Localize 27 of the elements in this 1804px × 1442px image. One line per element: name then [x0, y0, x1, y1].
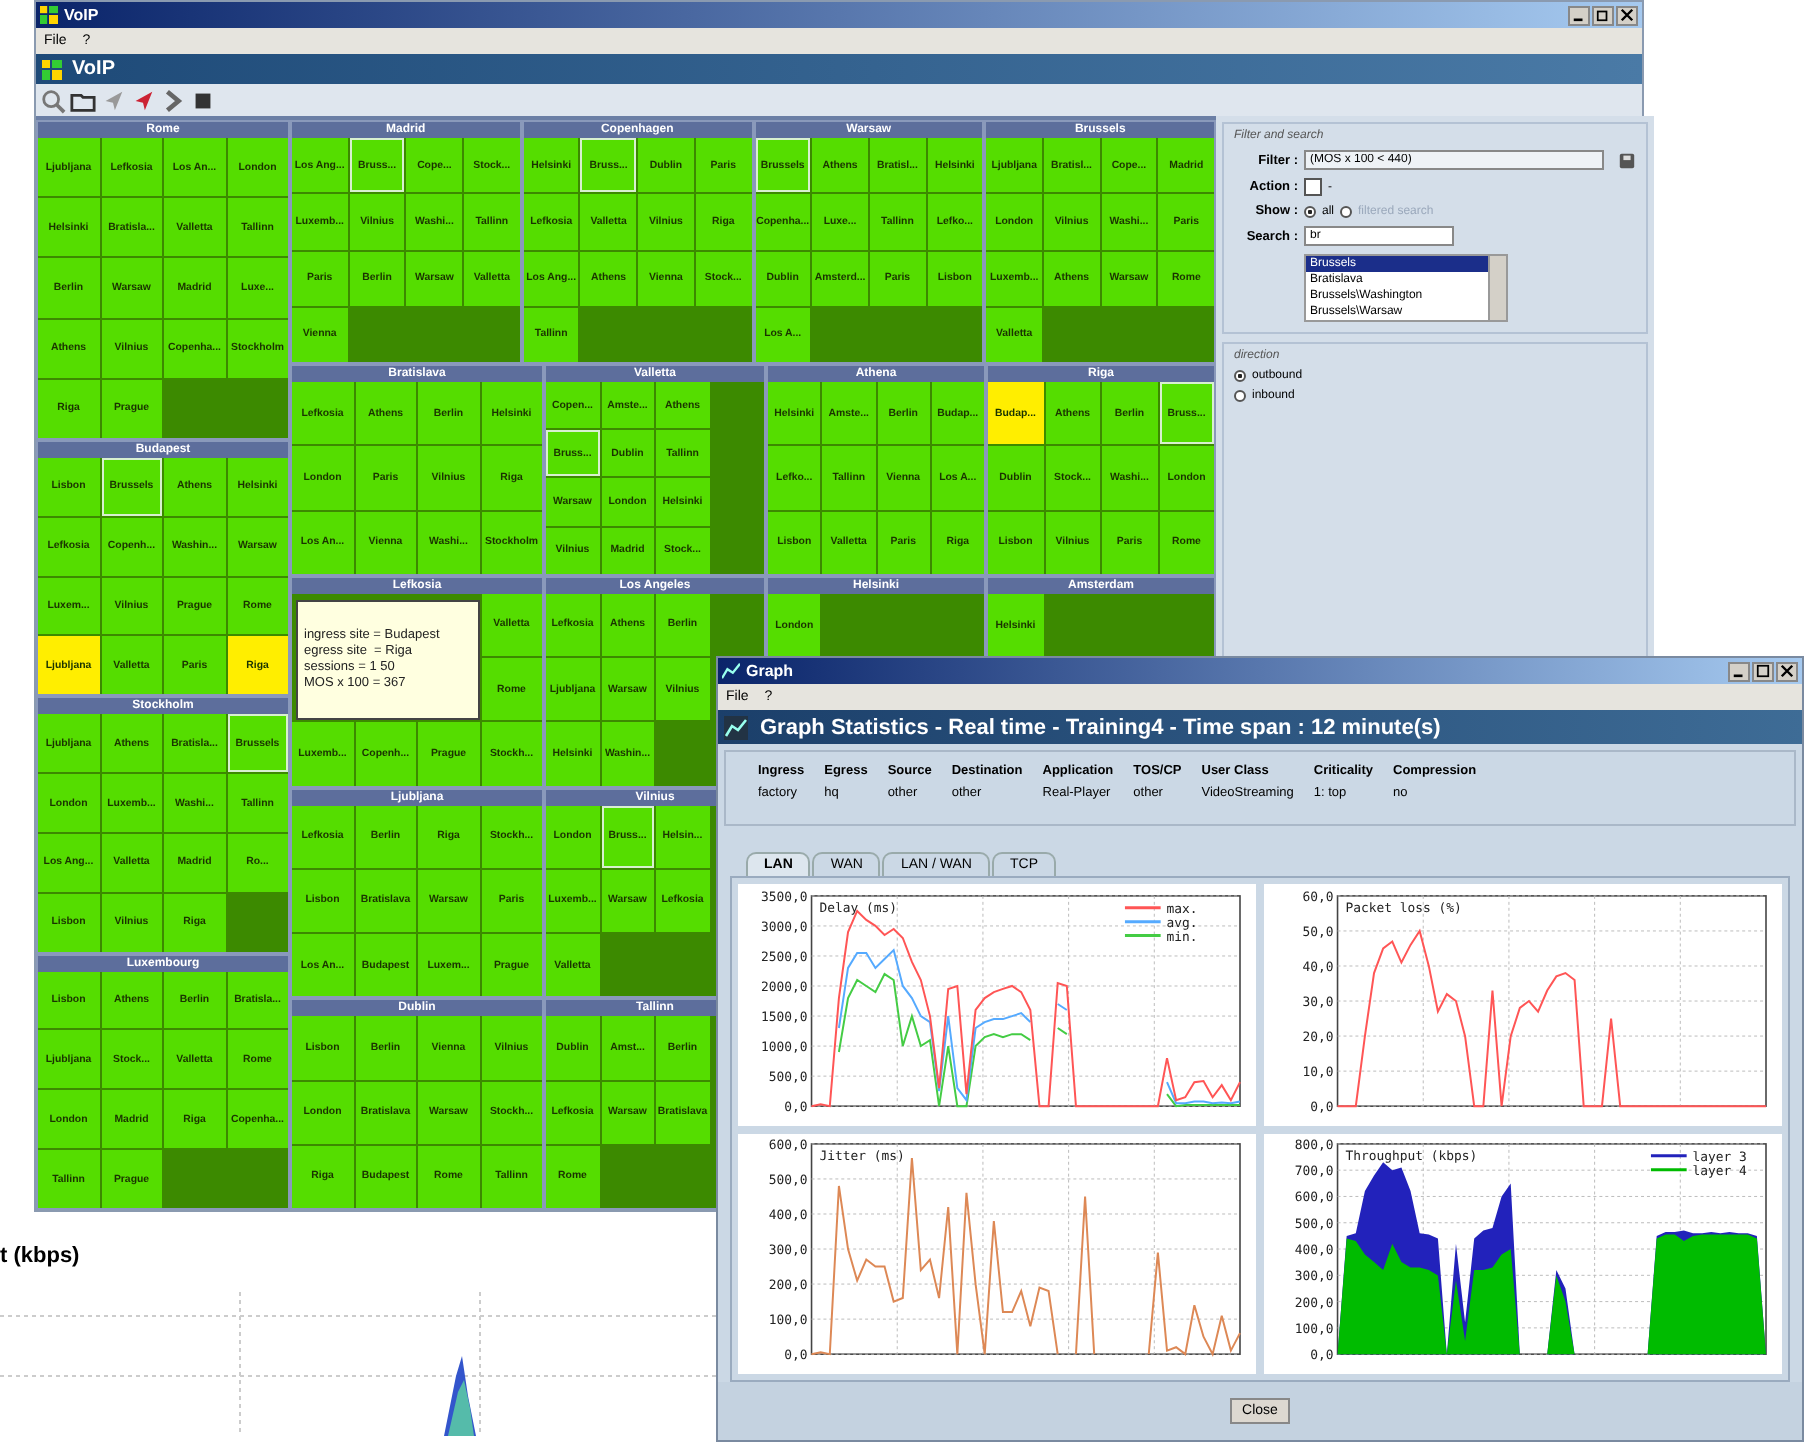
radio-button[interactable]	[1234, 390, 1246, 402]
save-icon[interactable]	[1618, 151, 1636, 169]
restore-button[interactable]	[1592, 5, 1614, 25]
graph-icon	[724, 715, 748, 739]
scrollbar[interactable]	[1488, 256, 1506, 320]
action-checkbox[interactable]	[1304, 178, 1322, 196]
header-title: Graph Statistics - Real time - Training4 - Time span : 12 minute(s)	[760, 715, 1441, 739]
window-title: Graph	[746, 662, 794, 680]
maximize-icon	[1756, 664, 1770, 678]
maximize-button[interactable]	[1752, 661, 1774, 681]
radio-button[interactable]	[1234, 370, 1246, 382]
forward-icon[interactable]	[160, 87, 186, 113]
minimize-button[interactable]	[1568, 5, 1590, 25]
search-icon[interactable]	[40, 87, 66, 113]
close-button[interactable]	[1776, 661, 1798, 681]
restore-icon	[1596, 8, 1610, 22]
close-icon	[1620, 8, 1634, 22]
header-title: VoIP	[72, 58, 115, 80]
close-icon	[1780, 664, 1794, 678]
window-title: VoIP	[64, 6, 99, 24]
minimize-button[interactable]	[1728, 661, 1750, 681]
app-icon	[42, 59, 62, 79]
chart-title: t (kbps)	[0, 1244, 80, 1268]
app-icon	[40, 6, 58, 24]
graph-icon	[722, 662, 740, 680]
radio-button[interactable]	[1304, 205, 1316, 217]
close-button[interactable]	[1616, 5, 1638, 25]
